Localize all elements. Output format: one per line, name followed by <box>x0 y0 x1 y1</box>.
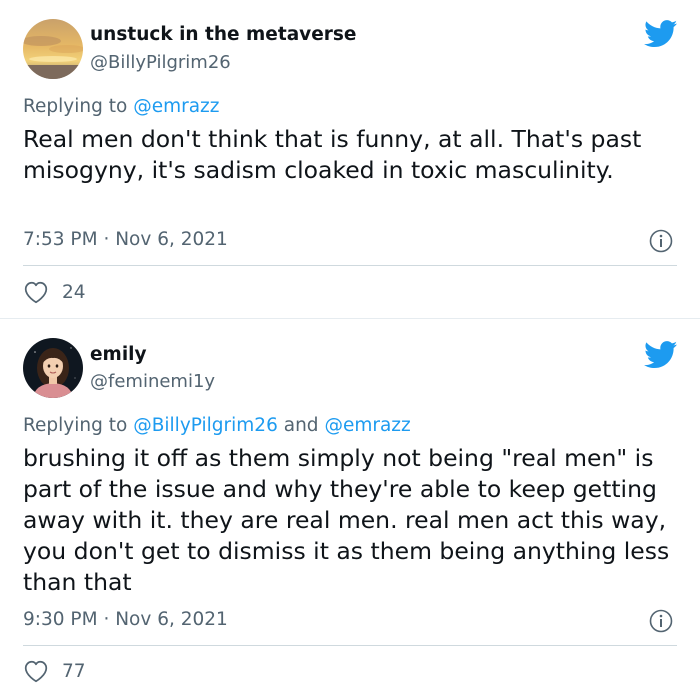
mention-link[interactable]: @emrazz <box>133 96 219 117</box>
avatar[interactable] <box>23 338 83 398</box>
meta-separator: · <box>103 609 110 630</box>
heart-icon[interactable] <box>23 659 49 683</box>
like-button[interactable]: 77 <box>23 657 86 685</box>
like-count: 77 <box>62 660 86 682</box>
replying-to-line: Replying to @emrazz <box>23 96 219 117</box>
sunset-sky-avatar-icon <box>23 19 83 79</box>
like-button[interactable]: 24 <box>23 278 86 306</box>
tweet-timestamp[interactable]: 9:30 PM · Nov 6, 2021 <box>23 609 228 630</box>
tweet-card: unstuck in the metaverse @BillyPilgrim26… <box>0 0 700 318</box>
replying-to-label: Replying to <box>23 96 128 117</box>
cartoon-girl-avatar-icon <box>23 338 83 398</box>
author-handle[interactable]: @feminemi1y <box>90 371 215 392</box>
tweet-date[interactable]: Nov 6, 2021 <box>115 229 228 250</box>
mention-link[interactable]: @BillyPilgrim26 <box>133 415 278 436</box>
tweet-card: emily @feminemi1y Replying to @BillyPilg… <box>0 318 700 698</box>
author-display-name[interactable]: unstuck in the metaverse <box>90 24 356 45</box>
like-count: 24 <box>62 281 86 303</box>
avatar[interactable] <box>23 19 83 79</box>
tweet-date[interactable]: Nov 6, 2021 <box>115 609 228 630</box>
info-icon[interactable] <box>649 229 673 253</box>
replying-to-line: Replying to @BillyPilgrim26 and @emrazz <box>23 415 411 436</box>
tweet-time[interactable]: 7:53 PM <box>23 229 98 250</box>
replying-to-label: Replying to <box>23 415 128 436</box>
info-icon[interactable] <box>649 609 673 633</box>
meta-separator: · <box>103 229 110 250</box>
author-display-name[interactable]: emily <box>90 344 147 365</box>
author-handle[interactable]: @BillyPilgrim26 <box>90 52 231 73</box>
twitter-bird-icon[interactable] <box>644 20 678 48</box>
tweet-text: brushing it off as them simply not being… <box>23 444 670 596</box>
tweet-text: Real men don't think that is funny, at a… <box>23 125 642 184</box>
twitter-bird-icon[interactable] <box>644 341 678 369</box>
mention-link[interactable]: @emrazz <box>324 415 410 436</box>
divider <box>23 645 677 646</box>
replying-to-joiner: and <box>283 415 319 436</box>
divider <box>23 265 677 266</box>
heart-icon[interactable] <box>23 280 49 304</box>
tweet-time[interactable]: 9:30 PM <box>23 609 98 630</box>
tweet-timestamp[interactable]: 7:53 PM · Nov 6, 2021 <box>23 229 228 250</box>
